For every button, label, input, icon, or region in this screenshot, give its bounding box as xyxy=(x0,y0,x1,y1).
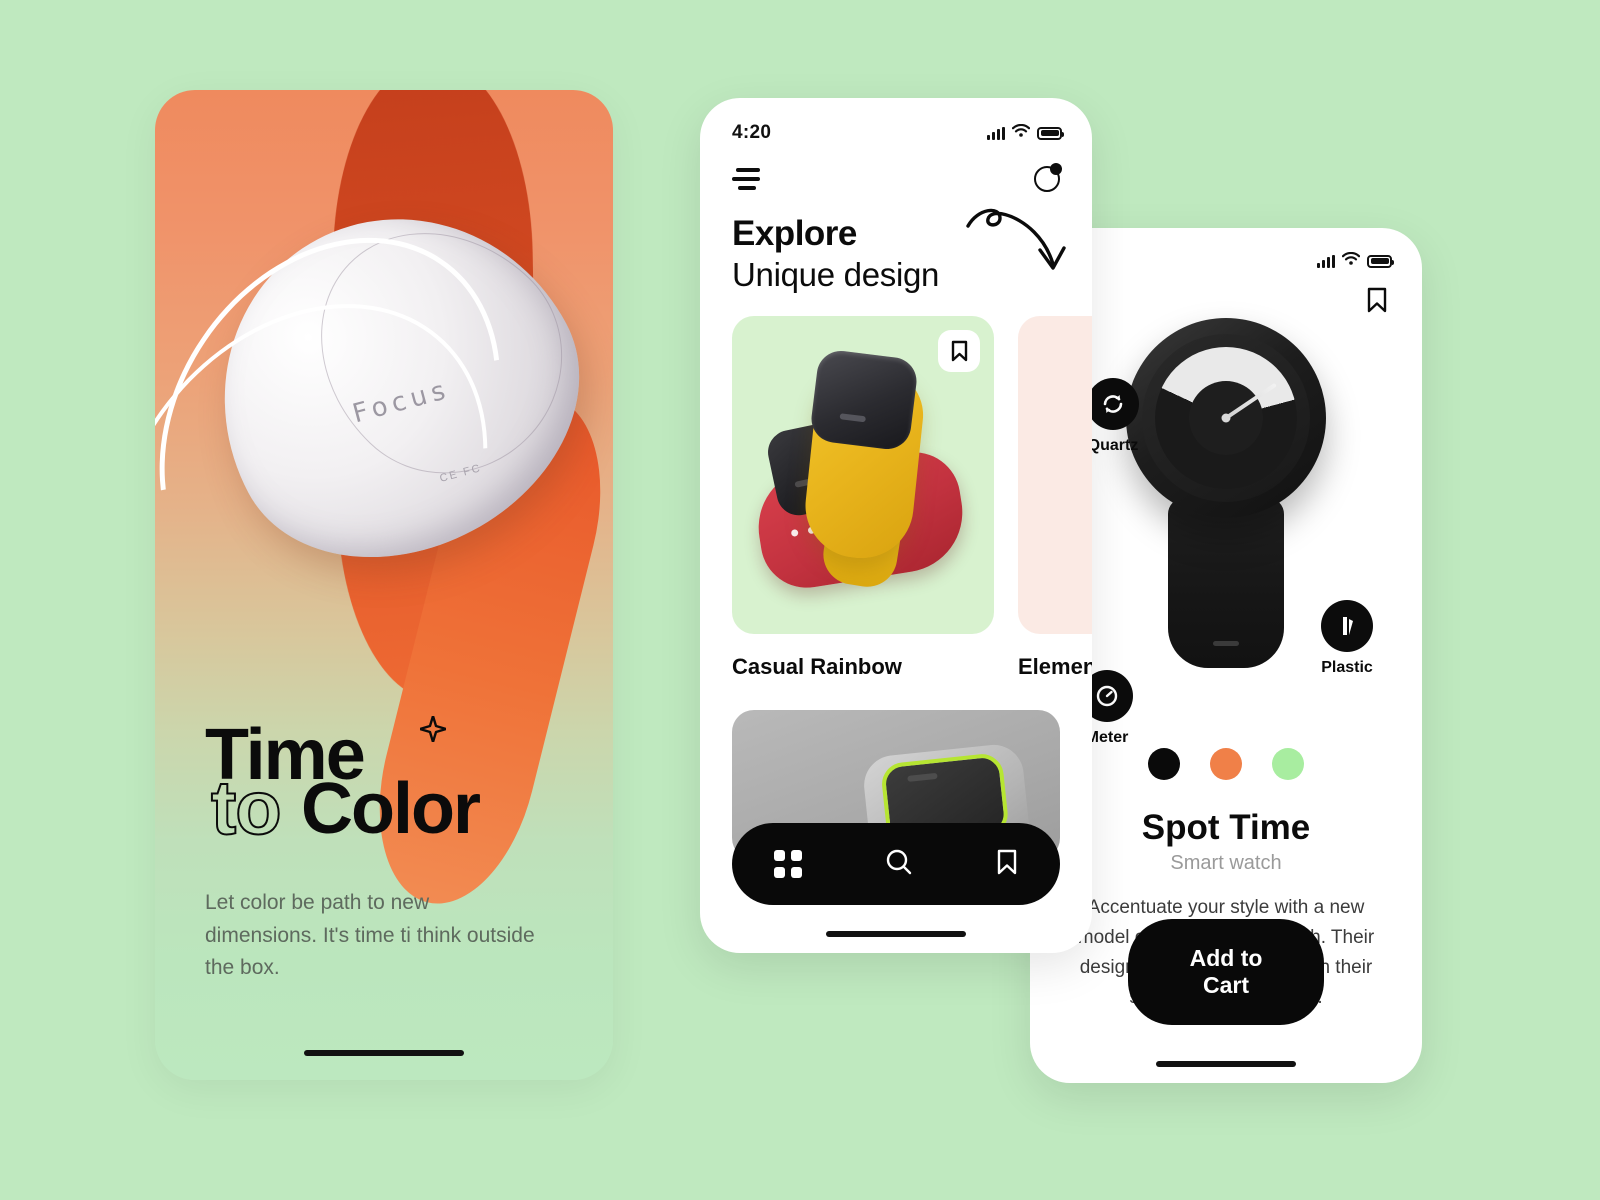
profile-notification-icon[interactable] xyxy=(1034,163,1062,192)
hamburger-menu-icon[interactable] xyxy=(732,168,760,190)
title-word-to: to xyxy=(210,765,283,852)
feature-badge-label: Plastic xyxy=(1321,659,1373,676)
onboarding-phone-screen: Focus CE FC Time to Color Let color be p… xyxy=(155,90,613,1080)
home-indicator xyxy=(304,1050,464,1056)
battery-icon xyxy=(1037,126,1064,140)
bookmark-icon[interactable] xyxy=(996,848,1018,881)
explore-heading-block: Explore Unique design xyxy=(700,192,1092,294)
wifi-icon xyxy=(1341,251,1361,270)
product-card-carousel[interactable]: Casual Rainbow Element xyxy=(700,294,1092,680)
bookmark-icon[interactable] xyxy=(938,330,980,372)
signal-bars-icon xyxy=(1317,254,1335,268)
onboarding-copy: Time to Color Let color be path to new d… xyxy=(205,715,585,985)
status-indicators xyxy=(987,123,1064,142)
yellow-watch-face xyxy=(808,348,920,452)
product-card-title: Casual Rainbow xyxy=(732,654,902,679)
home-indicator xyxy=(1156,1061,1296,1067)
signal-bars-icon xyxy=(987,126,1005,140)
color-swatch-orange[interactable] xyxy=(1210,748,1242,780)
product-card-image xyxy=(732,316,994,634)
product-card-title: Element xyxy=(1018,654,1092,679)
status-indicators xyxy=(1317,251,1394,270)
status-bar: 4:20 xyxy=(700,98,1092,144)
watch-strap xyxy=(1168,498,1284,668)
product-card-image xyxy=(1018,316,1092,634)
add-to-cart-button[interactable]: Add to Cart xyxy=(1128,919,1324,1025)
bottom-navigation-bar[interactable] xyxy=(732,823,1060,905)
curved-arrow-icon xyxy=(960,200,1080,280)
battery-icon xyxy=(1367,254,1394,268)
grid-icon[interactable] xyxy=(773,850,802,878)
refresh-icon xyxy=(1087,378,1139,430)
product-card[interactable]: Element xyxy=(1018,316,1092,680)
wifi-icon xyxy=(1011,123,1031,142)
explore-phone-screen: 4:20 Explore Unique design Casual Rainbo… xyxy=(700,98,1092,953)
color-swatch-black[interactable] xyxy=(1148,748,1180,780)
status-time: 4:20 xyxy=(732,122,772,143)
feature-badge-plastic[interactable]: Plastic xyxy=(1302,600,1392,677)
sparkle-icon xyxy=(418,715,448,744)
title-word-color: Color xyxy=(301,769,481,850)
watch-center-pin xyxy=(1221,413,1231,423)
color-swatch-green[interactable] xyxy=(1272,748,1304,780)
product-card[interactable]: Casual Rainbow xyxy=(732,316,994,680)
home-indicator xyxy=(826,931,966,937)
page-title: Time to Color xyxy=(205,715,585,865)
onboarding-subtitle: Let color be path to new dimensions. It'… xyxy=(205,891,535,980)
search-icon[interactable] xyxy=(885,848,913,881)
app-top-bar xyxy=(700,144,1092,192)
plastic-icon xyxy=(1321,600,1373,652)
